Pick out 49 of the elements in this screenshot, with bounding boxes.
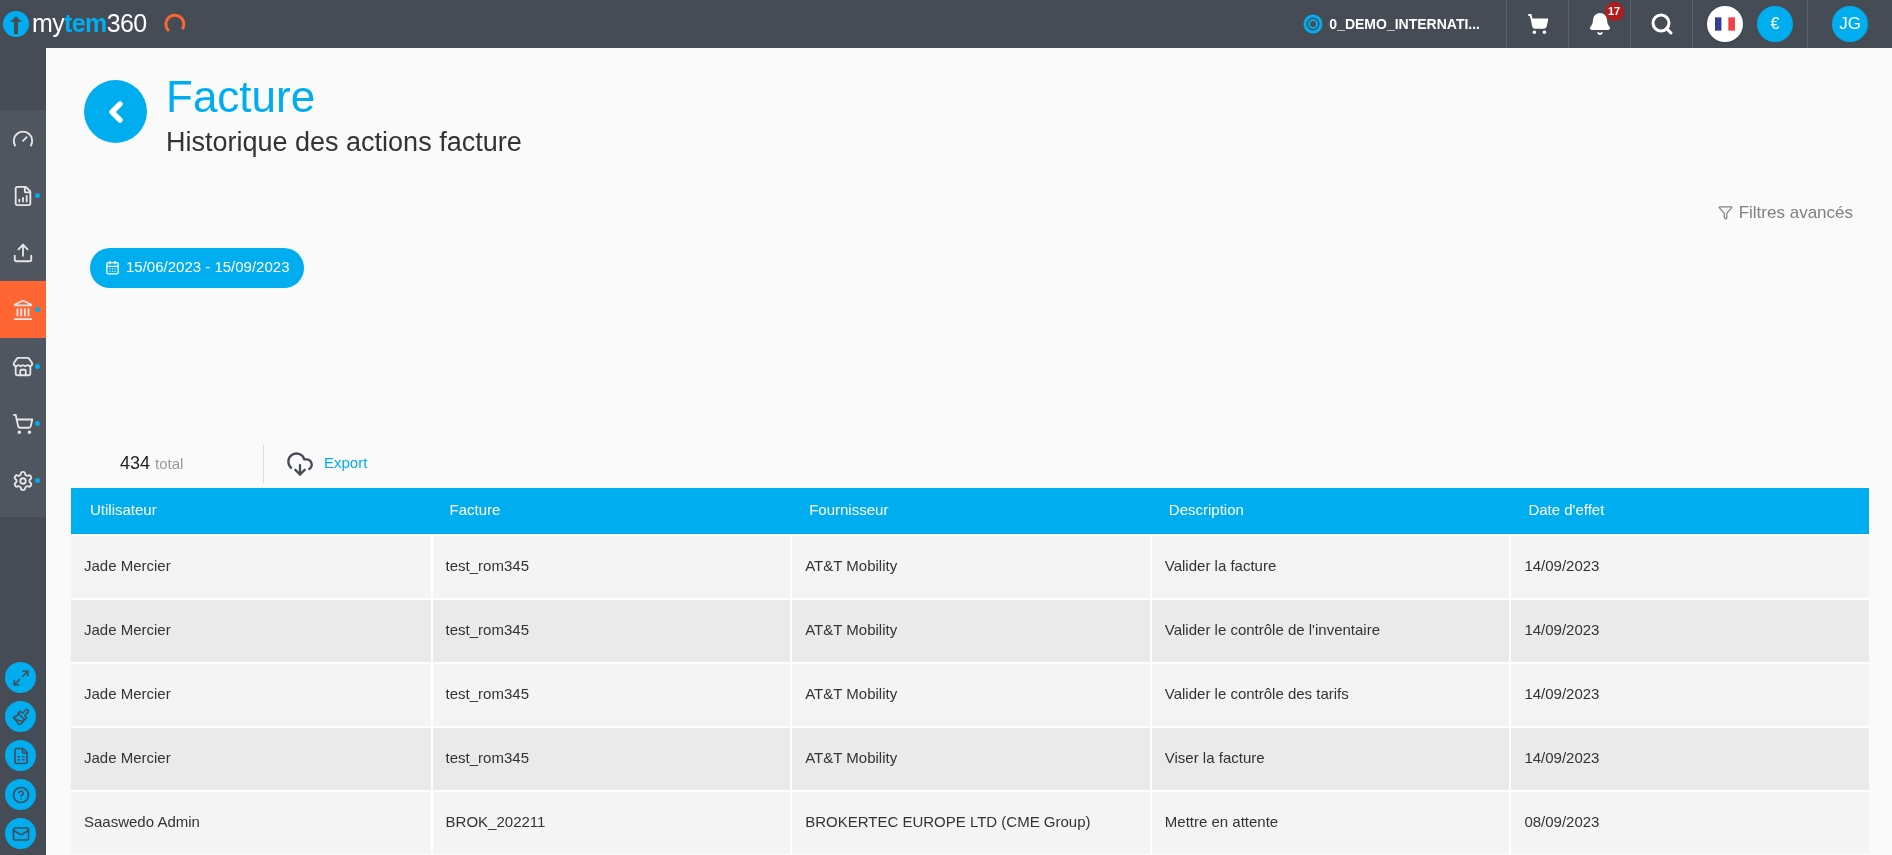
advanced-filters-link[interactable]: Filtres avancés <box>1717 200 1853 226</box>
sidebar-tool-button[interactable] <box>5 779 36 810</box>
search-button[interactable] <box>1649 12 1674 36</box>
bank-icon <box>12 298 34 321</box>
upload-icon <box>12 241 34 264</box>
brand-logo[interactable]: mytem360 <box>32 5 147 43</box>
column-header[interactable]: Fournisseur <box>790 487 1150 534</box>
page-subtitle: Historique des actions facture <box>166 126 522 159</box>
sidebar-tool-button[interactable] <box>5 662 36 693</box>
sidebar-tool-button[interactable] <box>5 740 36 771</box>
cloud-download-icon <box>286 449 314 478</box>
table-cell-text: Jade Mercier <box>83 748 172 769</box>
cart-button[interactable] <box>1526 13 1549 35</box>
currency-button[interactable]: € <box>1757 6 1793 42</box>
total-count: 434 total <box>120 452 185 475</box>
french-flag-icon <box>1715 17 1735 31</box>
expand-icon <box>11 668 30 687</box>
column-header[interactable]: Description <box>1149 487 1510 534</box>
column-header[interactable]: Facture <box>430 487 791 534</box>
calendar-icon <box>105 260 120 275</box>
table-cell-text: Saaswedo Admin <box>83 812 201 833</box>
sidebar-tool-button[interactable] <box>5 701 36 732</box>
organization-icon <box>1303 14 1324 34</box>
language-button[interactable] <box>1707 6 1743 42</box>
settings-icon <box>12 469 34 492</box>
report-icon <box>12 184 34 207</box>
user-avatar[interactable]: JG <box>1832 6 1868 42</box>
table-cell: Mettre en attente <box>1149 791 1510 854</box>
table-cell-text: Jade Mercier <box>83 684 172 705</box>
column-header[interactable]: Date d'effet <box>1509 487 1869 534</box>
mail-icon <box>11 824 30 843</box>
store-icon <box>12 355 34 378</box>
table-cell-text: Jade Mercier <box>83 620 172 641</box>
table-cell: 08/09/2023 <box>1509 791 1869 854</box>
date-range-button[interactable]: 15/06/2023 - 15/09/2023 <box>90 247 305 288</box>
column-header[interactable]: Utilisateur <box>71 487 431 534</box>
table-cell: BROK_202211 <box>430 791 791 854</box>
export-button[interactable]: Export <box>286 449 368 478</box>
organization-name[interactable]: 0_DEMO_INTERNATI... <box>1329 13 1480 35</box>
page-title: Facture <box>166 71 317 123</box>
filter-icon <box>1717 205 1733 221</box>
sidebar-tool-button[interactable] <box>5 818 36 849</box>
brush-icon <box>11 707 30 726</box>
spreadsheet-icon <box>11 746 30 765</box>
cart-icon <box>12 412 34 435</box>
table-cell-text: Jade Mercier <box>83 556 172 577</box>
help-icon <box>11 785 30 804</box>
table-cell: BROKERTEC EUROPE LTD (CME Group) <box>790 791 1150 854</box>
notification-badge: 17 <box>1604 2 1624 21</box>
